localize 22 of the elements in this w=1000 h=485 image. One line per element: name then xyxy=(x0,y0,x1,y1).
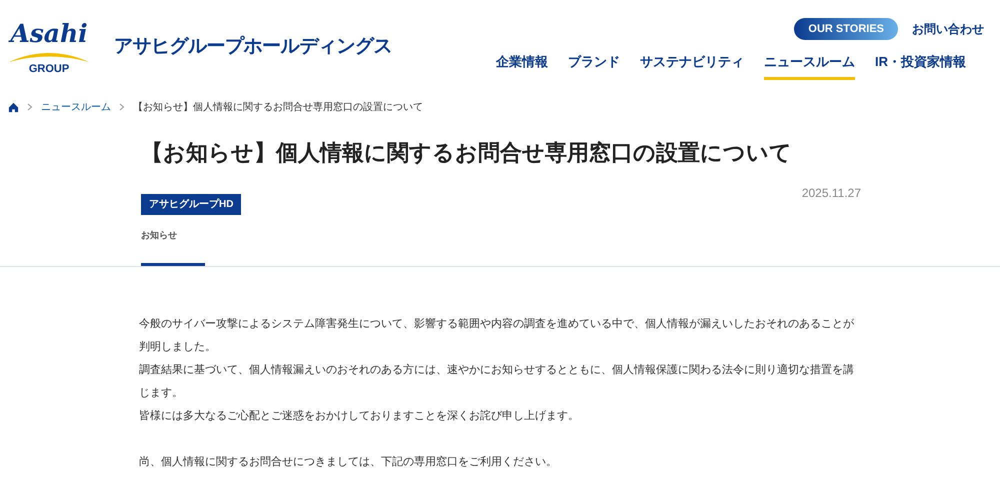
nav-link[interactable]: サステナビリティ xyxy=(640,52,744,80)
breadcrumb-item[interactable]: ニュースルーム xyxy=(41,100,111,114)
body-paragraph: 皆様には多大なるご心配とご迷惑をおかけしておりますことを深くお詫び申し上げます。 xyxy=(139,408,580,424)
breadcrumb-item: 【お知らせ】個人情報に関するお問合せ専用窓口の設置について xyxy=(133,100,423,114)
contact-link[interactable]: お問い合わせ xyxy=(912,20,984,38)
body-paragraph: 尚、個人情報に関するお問合せにつきましては、下記の専用窓口をご利用ください。 xyxy=(139,454,558,470)
home-icon[interactable] xyxy=(8,102,19,112)
body-paragraph: 調査結果に基づいて、個人情報漏えいのおそれのある方には、速やかにお知らせするとともに、個人情報保護に関わる法令に則り適切な措置を講じます。 xyxy=(139,362,855,400)
chevron-icon xyxy=(27,103,33,111)
article-title: 【お知らせ】個人情報に関するお問合せ専用窓口の設置について xyxy=(141,139,793,167)
logo[interactable]: Asahi GROUP xyxy=(8,18,90,76)
tag: アサヒグループHD xyxy=(141,194,242,215)
nav-link[interactable]: ニュースルーム xyxy=(764,52,855,80)
nav-link[interactable]: ブランド xyxy=(568,52,620,80)
article-date: 2025.11.27 xyxy=(802,185,861,202)
chevron-icon xyxy=(119,103,125,111)
company-name: アサヒグループホールディングス xyxy=(114,34,392,59)
our-stories-button[interactable]: OUR STORIES xyxy=(794,18,898,40)
nav-link[interactable]: 企業情報 xyxy=(496,52,548,80)
nav-link[interactable]: IR・投資家情報 xyxy=(875,52,966,80)
body-paragraph: 今般のサイバー攻撃によるシステム障害発生について、影響する範囲や内容の調査を進めている中で、個人情報が漏えいしたおそれのあることが判明しました。 xyxy=(139,316,855,354)
category-tab[interactable]: お知らせ xyxy=(141,223,205,266)
